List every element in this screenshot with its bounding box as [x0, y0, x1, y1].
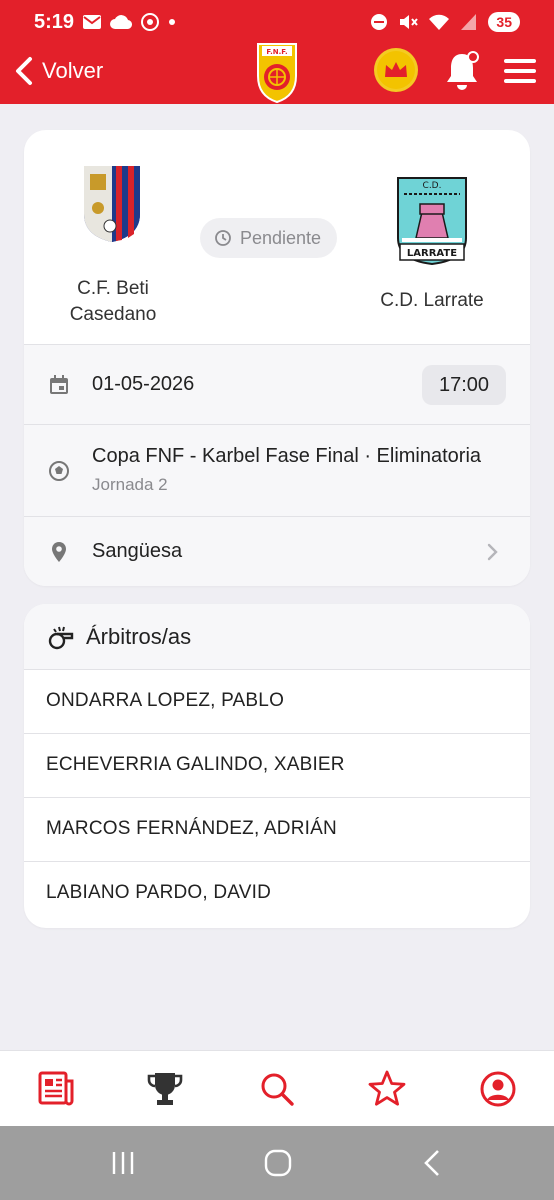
match-time-badge: 17:00	[422, 365, 506, 405]
away-team-crest[interactable]: C.D. LARRATE	[394, 174, 470, 266]
bottom-navigation	[0, 1050, 554, 1126]
match-date: 01-05-2026	[92, 373, 195, 395]
away-team-name[interactable]: C.D. Larrate	[354, 290, 510, 312]
hamburger-menu-icon[interactable]	[502, 54, 538, 88]
match-status-badge: Pendiente	[200, 218, 338, 258]
location-pin-icon	[52, 542, 66, 562]
back-nav-icon[interactable]	[416, 1146, 450, 1180]
referee-name: ECHEVERRIA GALINDO, XABIER	[46, 754, 345, 775]
premium-crown-button[interactable]	[374, 48, 418, 92]
away-logo-bottom-text: LARRATE	[407, 248, 457, 259]
status-right-icons: 35	[370, 12, 520, 32]
referee-name: LABIANO PARDO, DAVID	[46, 882, 272, 903]
notifications-bell-icon[interactable]	[440, 48, 484, 92]
referee-row: ECHEVERRIA GALINDO, XABIER	[24, 734, 530, 798]
app-icon	[141, 13, 159, 31]
referee-row: ONDARRA LOPEZ, PABLO	[24, 670, 530, 734]
recent-apps-icon[interactable]	[106, 1146, 140, 1180]
clock-icon	[215, 230, 231, 246]
dnd-icon	[371, 14, 388, 30]
referees-title: Árbitros/as	[86, 624, 192, 649]
system-navigation-bar	[0, 1126, 554, 1200]
soccer-ball-icon	[49, 461, 69, 481]
match-card: Pendiente C.D. LARRATE C.F. Beti Casedan…	[24, 130, 530, 586]
venue-name: Sangüesa	[92, 540, 183, 562]
battery-badge: 35	[488, 12, 520, 32]
away-logo-top-text: C.D.	[423, 181, 442, 191]
referees-header: Árbitros/as	[24, 604, 530, 670]
home-team-crest[interactable]	[80, 164, 144, 244]
wifi-icon	[429, 14, 450, 30]
crown-icon	[385, 62, 407, 77]
signal-icon	[461, 14, 477, 30]
mail-icon	[83, 15, 101, 29]
venue-row[interactable]: Sangüesa	[24, 516, 530, 586]
teams-section: Pendiente C.D. LARRATE C.F. Beti Casedan…	[24, 130, 530, 344]
match-date-row: 01-05-2026 17:00	[24, 344, 530, 424]
status-left-icons	[82, 12, 176, 32]
cloud-icon	[110, 15, 132, 30]
whistle-icon	[48, 626, 74, 650]
referee-row: MARCOS FERNÁNDEZ, ADRIÁN	[24, 798, 530, 862]
app-header-bar: 5:19 35 Volver F.N.F.	[0, 0, 554, 104]
referee-name: MARCOS FERNÁNDEZ, ADRIÁN	[46, 818, 337, 839]
home-icon[interactable]	[261, 1146, 295, 1180]
referees-card: Árbitros/as ONDARRA LOPEZ, PABLO ECHEVER…	[24, 604, 530, 928]
nav-header: Volver F.N.F.	[0, 43, 554, 104]
search-icon[interactable]	[257, 1069, 297, 1109]
profile-icon[interactable]	[478, 1069, 518, 1109]
competition-name: Copa FNF - Karbel Fase Final · Eliminato…	[92, 445, 482, 467]
status-time: 5:19	[34, 11, 75, 33]
back-label: Volver	[42, 58, 104, 83]
chevron-left-icon	[16, 57, 32, 85]
home-team-name[interactable]: C.F. Beti Casedano	[42, 276, 184, 328]
chevron-right-icon	[487, 543, 498, 561]
news-icon[interactable]	[36, 1069, 76, 1109]
referee-row: LABIANO PARDO, DAVID	[24, 862, 530, 926]
trophy-icon[interactable]	[145, 1069, 185, 1109]
dot-icon	[169, 19, 175, 25]
round-label: Jornada 2	[92, 475, 168, 494]
competition-row[interactable]: Copa FNF - Karbel Fase Final · Eliminato…	[24, 424, 530, 516]
fnf-logo[interactable]: F.N.F.	[252, 40, 302, 104]
star-icon[interactable]	[367, 1069, 407, 1109]
back-button[interactable]: Volver	[14, 56, 103, 86]
referee-name: ONDARRA LOPEZ, PABLO	[46, 690, 285, 711]
mute-icon	[400, 15, 419, 29]
calendar-icon	[50, 375, 68, 394]
svg-text:F.N.F.: F.N.F.	[266, 48, 287, 56]
match-status-label: Pendiente	[240, 227, 322, 248]
